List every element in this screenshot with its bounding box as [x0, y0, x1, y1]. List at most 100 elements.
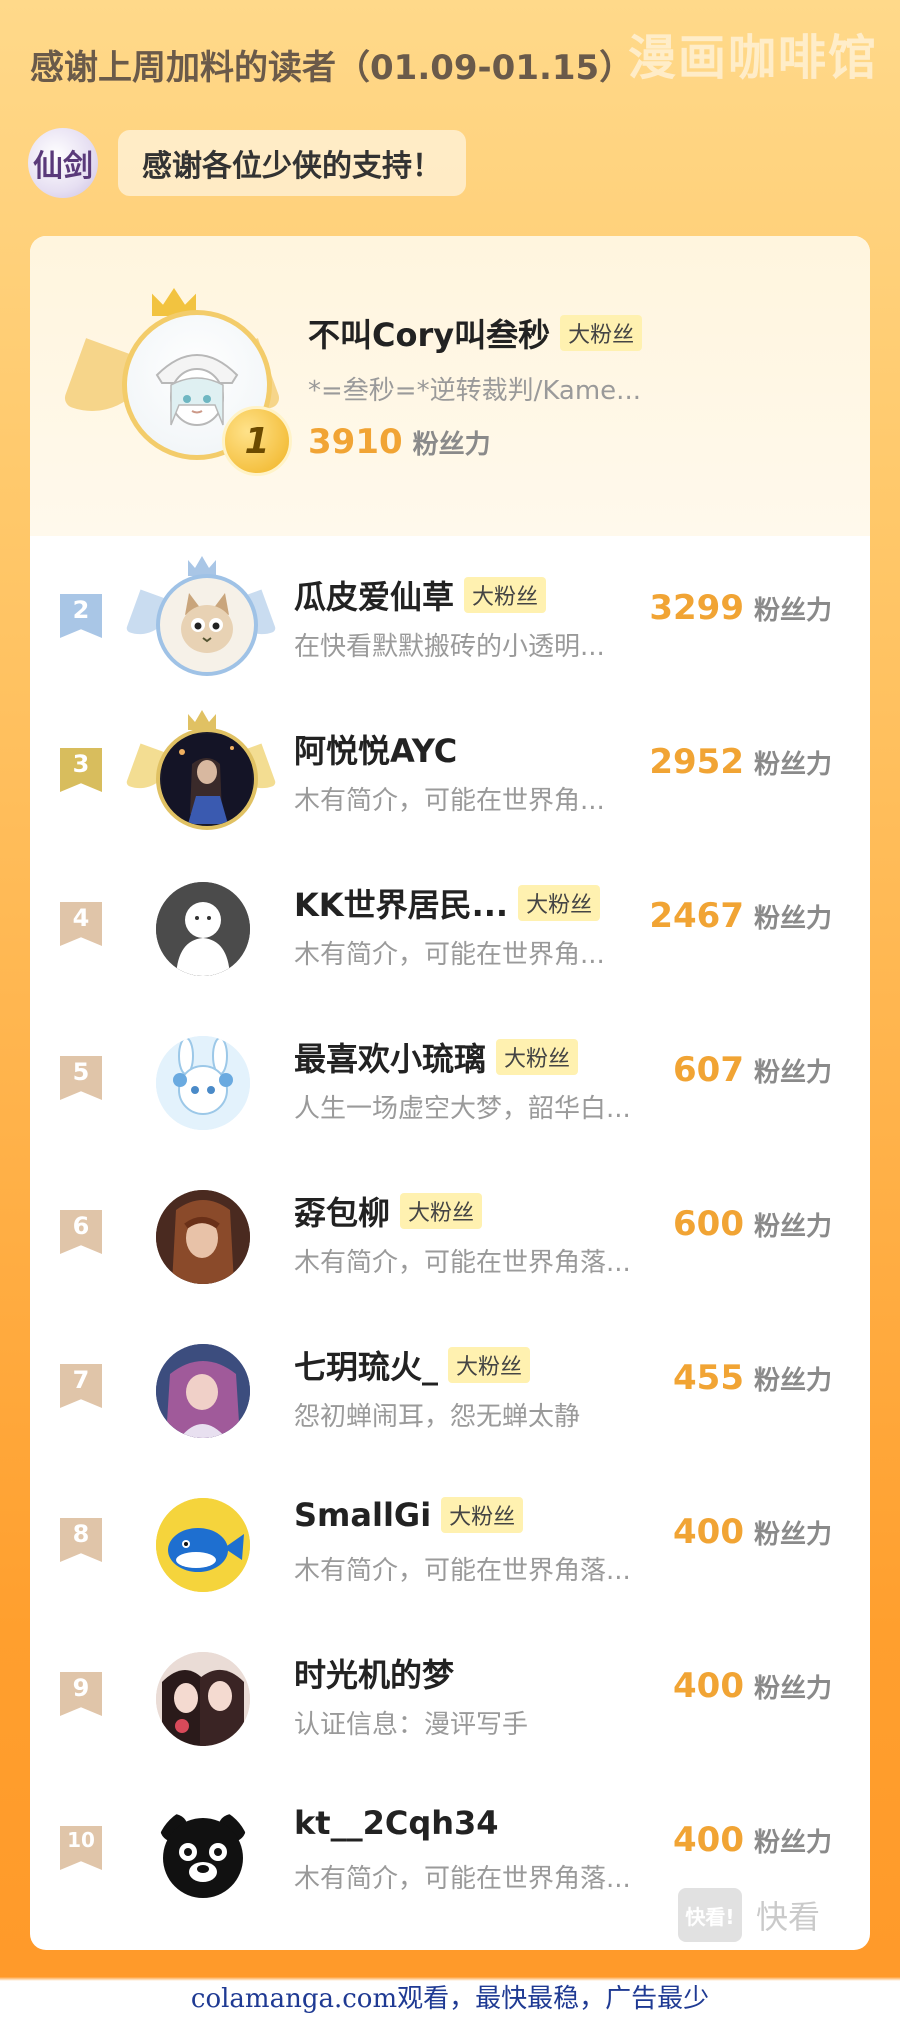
default-user-icon: [156, 882, 250, 976]
list-item[interactable]: 6 孬包柳 大粉丝 木有简介，可能在世界角落... 600 粉丝力: [30, 1160, 870, 1314]
top-reader-entry[interactable]: 1 不叫Cory叫叁秒 大粉丝 *=叁秒=*逆转裁判/Kame... 3910 …: [30, 236, 870, 536]
anime-girl-avatar-icon: [156, 1344, 250, 1438]
reader-bio: 木有简介，可能在世界角...: [294, 786, 605, 816]
fan-badge: 大粉丝: [496, 1039, 579, 1075]
reader-bio: 木有简介，可能在世界角落...: [294, 1248, 631, 1278]
list-item[interactable]: 5 最喜欢小琉璃 大粉丝 人生一场虚空大梦，韶华白... 607 粉丝力: [30, 1006, 870, 1160]
fan-badge: 大粉丝: [464, 577, 547, 613]
avatar-frame: [126, 1632, 276, 1762]
crown-icon: [188, 710, 216, 730]
reader-name[interactable]: KK世界居民...: [294, 880, 508, 926]
whale-avatar-icon: [156, 1498, 250, 1592]
fan-power-score: 2952: [649, 742, 744, 782]
rank-flag: 10: [60, 1826, 102, 1870]
avatar-frame: [125, 554, 277, 684]
rank-flag: 5: [60, 1056, 102, 1100]
kuaikan-watermark-text: 快看: [755, 1898, 820, 1936]
rank-medal-1: 1: [222, 406, 292, 476]
reader-bio: *=叁秒=*逆转裁判/Kame...: [308, 376, 641, 406]
bunny-girl-avatar-icon: [156, 1036, 250, 1130]
reader-bio: 在快看默默搬砖的小透明...: [294, 632, 605, 662]
fan-power-unit: 粉丝力: [753, 1520, 832, 1550]
avatar[interactable]: [156, 1498, 250, 1592]
rank-flag: 8: [60, 1518, 102, 1562]
avatar-frame: [126, 1170, 276, 1300]
rank-flag: 2: [60, 594, 102, 638]
crown-icon: [188, 556, 216, 576]
rank-flag: 3: [60, 748, 102, 792]
avatar[interactable]: [156, 1190, 250, 1284]
reader-name[interactable]: 不叫Cory叫叁秒: [308, 310, 550, 356]
avatar-frame: [125, 708, 277, 838]
fan-badge: 大粉丝: [441, 1497, 524, 1533]
avatar[interactable]: [156, 574, 258, 676]
avatar-frame: [126, 1478, 276, 1608]
avatar-frame: [126, 1324, 276, 1454]
avatar[interactable]: [156, 728, 258, 830]
fan-power-score: 3299: [649, 588, 744, 628]
reader-name[interactable]: SmallGi: [294, 1496, 431, 1534]
fan-power-score: 2467: [649, 896, 744, 936]
top-avatar-frame: 1: [62, 288, 292, 478]
avatar[interactable]: [156, 1806, 250, 1900]
fan-badge: 大粉丝: [448, 1347, 531, 1383]
reader-name[interactable]: 孬包柳: [294, 1188, 390, 1234]
reader-bio: 木有简介，可能在世界角...: [294, 940, 605, 970]
fan-power-score: 607: [673, 1050, 744, 1090]
reader-name[interactable]: 瓜皮爱仙草: [294, 572, 454, 618]
kuaikan-watermark: 快看! 快看: [677, 1888, 820, 1942]
reader-bio: 认证信息：漫评写手: [294, 1710, 529, 1740]
watermark-top: 漫画咖啡馆: [627, 30, 878, 86]
fan-power-unit: 粉丝力: [753, 1058, 832, 1088]
avatar-frame: [126, 862, 276, 992]
couple-avatar-icon: [156, 1652, 250, 1746]
page-title: 感谢上周加料的读者（01.09-01.15）: [30, 48, 634, 88]
reader-name[interactable]: 时光机的梦: [294, 1650, 454, 1696]
reader-name[interactable]: 最喜欢小琉璃: [294, 1034, 486, 1080]
list-item[interactable]: 8 SmallGi 大粉丝 木有简介，可能在世界角落... 400 粉丝力: [30, 1468, 870, 1622]
reader-name[interactable]: 七玥琉火_: [294, 1342, 438, 1388]
leaderboard-card: 1 不叫Cory叫叁秒 大粉丝 *=叁秒=*逆转裁判/Kame... 3910 …: [30, 236, 870, 1950]
avatar[interactable]: [156, 882, 250, 976]
rank-flag: 4: [60, 902, 102, 946]
fan-power-score: 400: [673, 1512, 744, 1552]
fan-power-unit: 粉丝力: [753, 1674, 832, 1704]
fan-badge: 大粉丝: [400, 1193, 483, 1229]
kuaikan-logo-icon: 快看!: [677, 1888, 742, 1942]
avatar-frame: [126, 1786, 276, 1916]
fan-power-unit: 粉丝力: [753, 904, 832, 934]
reader-bio: 怨初蝉闹耳，怨无蝉太静: [294, 1402, 581, 1432]
list-item[interactable]: 4 KK世界居民... 大粉丝 木有简介，可能在世界角... 2467 粉丝力: [30, 852, 870, 1006]
fan-power-score: 3910: [308, 422, 403, 462]
reader-name[interactable]: kt__2Cqh34: [294, 1804, 499, 1842]
photo-avatar-icon: [162, 734, 252, 824]
footer-ad-text: colamanga.com观看，最快最稳，广告最少: [190, 1984, 710, 2014]
thanks-bubble: 感谢各位少侠的支持！: [118, 130, 466, 196]
fan-power-score: 400: [673, 1666, 744, 1706]
avatar[interactable]: [156, 1036, 250, 1130]
anime-portrait-avatar-icon: [156, 1190, 250, 1284]
fan-power-score: 600: [673, 1204, 744, 1244]
fan-power-unit: 粉丝力: [412, 430, 491, 460]
fan-power-score: 400: [673, 1820, 744, 1860]
avatar[interactable]: [156, 1652, 250, 1746]
fan-power-unit: 粉丝力: [753, 750, 832, 780]
list-item[interactable]: 9 时光机的梦 认证信息：漫评写手 400 粉丝力: [30, 1622, 870, 1776]
fan-badge: 大粉丝: [518, 885, 601, 921]
list-item[interactable]: 2 瓜皮爱仙草 大粉丝 在快看默默搬砖的小透明... 3299 粉丝力: [30, 544, 870, 698]
rank-flag: 9: [60, 1672, 102, 1716]
reader-name[interactable]: 阿悦悦AYC: [294, 726, 457, 772]
list-item[interactable]: 7 七玥琉火_ 大粉丝 怨初蝉闹耳，怨无蝉太静 455 粉丝力: [30, 1314, 870, 1468]
rank-flag: 7: [60, 1364, 102, 1408]
fan-power-unit: 粉丝力: [753, 1212, 832, 1242]
list-item[interactable]: 3 阿悦悦AYC 木有简介，可能在世界角... 2952 粉丝力: [30, 698, 870, 852]
fan-power-unit: 粉丝力: [753, 596, 832, 626]
cat-avatar-icon: [181, 593, 233, 653]
reader-bio: 人生一场虚空大梦，韶华白...: [294, 1094, 631, 1124]
app-logo: 仙剑: [28, 128, 98, 198]
fan-power-unit: 粉丝力: [753, 1366, 832, 1396]
bear-avatar-icon: [160, 1814, 246, 1898]
avatar[interactable]: [156, 1344, 250, 1438]
avatar-frame: [126, 1016, 276, 1146]
fan-badge: 大粉丝: [560, 315, 643, 351]
